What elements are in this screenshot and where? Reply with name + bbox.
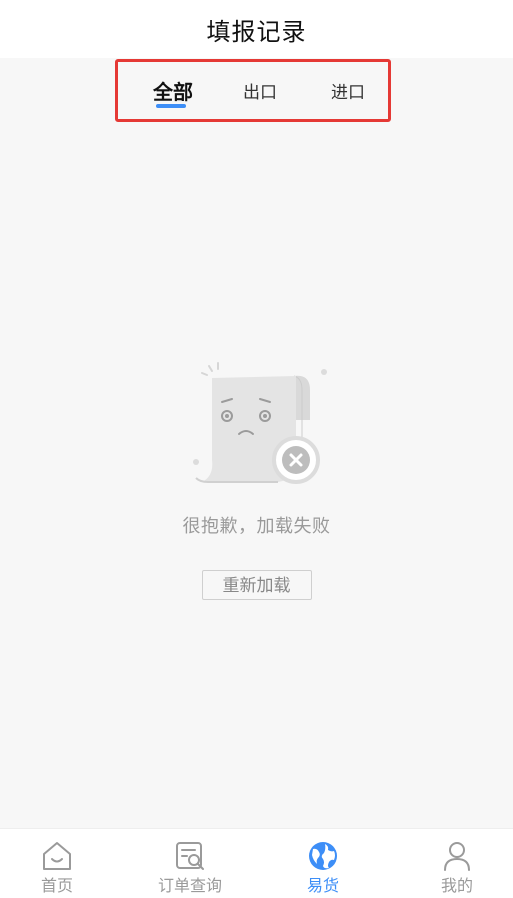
sparkle-icon — [200, 362, 219, 376]
nav-item-barter[interactable]: 易货 — [280, 829, 366, 898]
page-title: 填报记录 — [206, 17, 307, 46]
user-icon — [444, 842, 470, 871]
nav-item-home[interactable]: 首页 — [14, 829, 100, 898]
globe-icon — [309, 842, 337, 870]
nav-label-order-search: 订单查询 — [157, 876, 222, 895]
error-message: 很抱歉，加载失败 — [182, 516, 331, 537]
page: 填报记录 全部 出口 进口 很抱歉，加载失败 重新加载 首页 订单查询 易货 我… — [0, 0, 513, 898]
tab-import[interactable]: 进口 — [316, 62, 380, 119]
header-bar: 填报记录 — [0, 0, 513, 58]
empty-state: 很抱歉，加载失败 重新加载 — [0, 360, 513, 600]
tab-bar: 全部 出口 进口 — [0, 58, 513, 122]
tab-highlight-box: 全部 出口 进口 — [115, 59, 391, 122]
tab-import-label: 进口 — [331, 83, 365, 103]
nav-label-mine: 我的 — [440, 876, 473, 895]
nav-item-mine[interactable]: 我的 — [414, 829, 500, 898]
home-icon — [43, 842, 71, 870]
nav-label-home: 首页 — [40, 876, 73, 895]
tab-export-label: 出口 — [243, 83, 277, 103]
document-error-illustration — [192, 362, 327, 484]
active-tab-indicator — [156, 104, 186, 108]
bottom-navigation: 首页 订单查询 易货 我的 — [0, 828, 513, 898]
nav-label-barter: 易货 — [306, 876, 339, 895]
tab-export[interactable]: 出口 — [228, 62, 292, 119]
tab-all[interactable]: 全部 — [138, 62, 208, 119]
reload-button[interactable]: 重新加载 — [201, 570, 312, 600]
nav-item-order-search[interactable]: 订单查询 — [140, 829, 240, 898]
order-search-icon — [176, 842, 204, 870]
tab-all-label: 全部 — [153, 80, 193, 104]
